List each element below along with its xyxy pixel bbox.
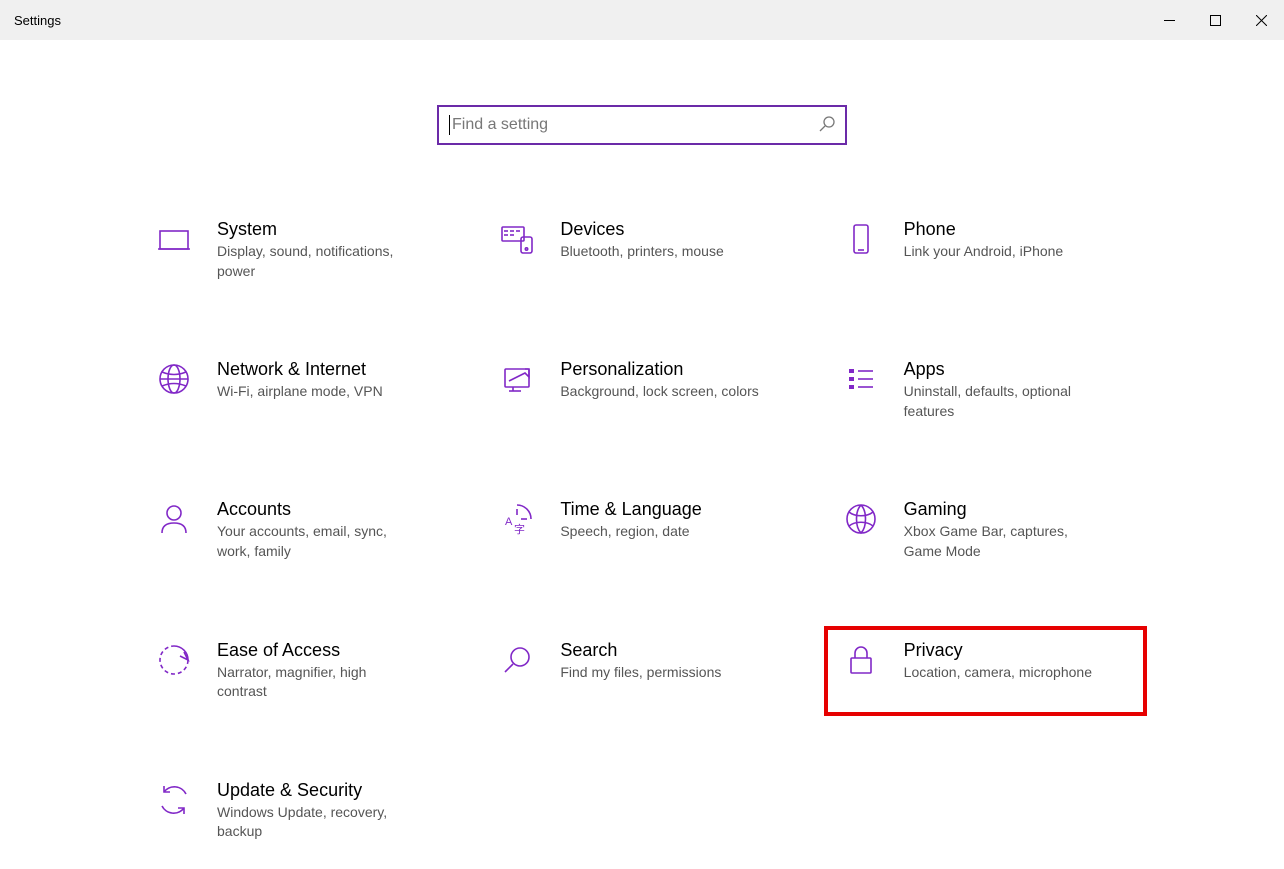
category-title: Gaming [904,499,1106,520]
update-icon [149,780,199,818]
category-description: Narrator, magnifier, high contrast [217,663,419,702]
apps-icon [836,359,886,397]
category-phone[interactable]: PhoneLink your Android, iPhone [824,205,1147,295]
category-description: Background, lock screen, colors [560,382,758,402]
category-description: Uninstall, defaults, optional features [904,382,1106,421]
category-ease[interactable]: Ease of AccessNarrator, magnifier, high … [137,626,460,716]
category-title: Accounts [217,499,419,520]
category-network[interactable]: Network & InternetWi-Fi, airplane mode, … [137,345,460,435]
category-title: Phone [904,219,1064,240]
maximize-button[interactable] [1192,0,1238,40]
category-search[interactable]: SearchFind my files, permissions [480,626,803,716]
category-description: Display, sound, notifications, power [217,242,419,281]
search-icon [819,116,835,135]
titlebar: Settings [0,0,1284,40]
category-title: Time & Language [560,499,701,520]
category-description: Link your Android, iPhone [904,242,1064,262]
category-personalization[interactable]: PersonalizationBackground, lock screen, … [480,345,803,435]
minimize-button[interactable] [1146,0,1192,40]
ease-icon [149,640,199,678]
category-update[interactable]: Update & SecurityWindows Update, recover… [137,766,460,856]
category-description: Xbox Game Bar, captures, Game Mode [904,522,1106,561]
category-description: Bluetooth, printers, mouse [560,242,723,262]
search-box[interactable] [437,105,847,145]
category-gaming[interactable]: GamingXbox Game Bar, captures, Game Mode [824,485,1147,575]
category-description: Find my files, permissions [560,663,721,683]
category-description: Your accounts, email, sync, work, family [217,522,419,561]
devices-icon [492,219,542,257]
category-privacy[interactable]: PrivacyLocation, camera, microphone [824,626,1147,716]
category-title: Ease of Access [217,640,419,661]
close-button[interactable] [1238,0,1284,40]
category-description: Location, camera, microphone [904,663,1092,683]
category-title: Devices [560,219,723,240]
phone-icon [836,219,886,257]
category-devices[interactable]: DevicesBluetooth, printers, mouse [480,205,803,295]
network-icon [149,359,199,397]
category-title: Apps [904,359,1106,380]
category-time[interactable]: A字 Time & LanguageSpeech, region, date [480,485,803,575]
search-input[interactable] [452,116,819,134]
settings-grid: SystemDisplay, sound, notifications, pow… [137,205,1147,856]
privacy-icon [836,640,886,678]
search-icon [492,640,542,678]
gaming-icon [836,499,886,537]
category-description: Speech, region, date [560,522,701,542]
category-title: Privacy [904,640,1092,661]
svg-text:A: A [505,516,513,528]
category-title: System [217,219,419,240]
category-accounts[interactable]: AccountsYour accounts, email, sync, work… [137,485,460,575]
category-title: Search [560,640,721,661]
window-controls [1146,0,1284,40]
category-apps[interactable]: AppsUninstall, defaults, optional featur… [824,345,1147,435]
category-title: Network & Internet [217,359,383,380]
category-description: Windows Update, recovery, backup [217,803,419,842]
accounts-icon [149,499,199,537]
category-description: Wi-Fi, airplane mode, VPN [217,382,383,402]
personalization-icon [492,359,542,397]
window-title: Settings [14,13,61,28]
category-system[interactable]: SystemDisplay, sound, notifications, pow… [137,205,460,295]
time-icon: A字 [492,499,542,537]
text-caret [449,115,450,135]
system-icon [149,219,199,257]
content-area: SystemDisplay, sound, notifications, pow… [0,40,1284,856]
category-title: Personalization [560,359,758,380]
svg-text:字: 字 [514,522,525,536]
category-title: Update & Security [217,780,419,801]
